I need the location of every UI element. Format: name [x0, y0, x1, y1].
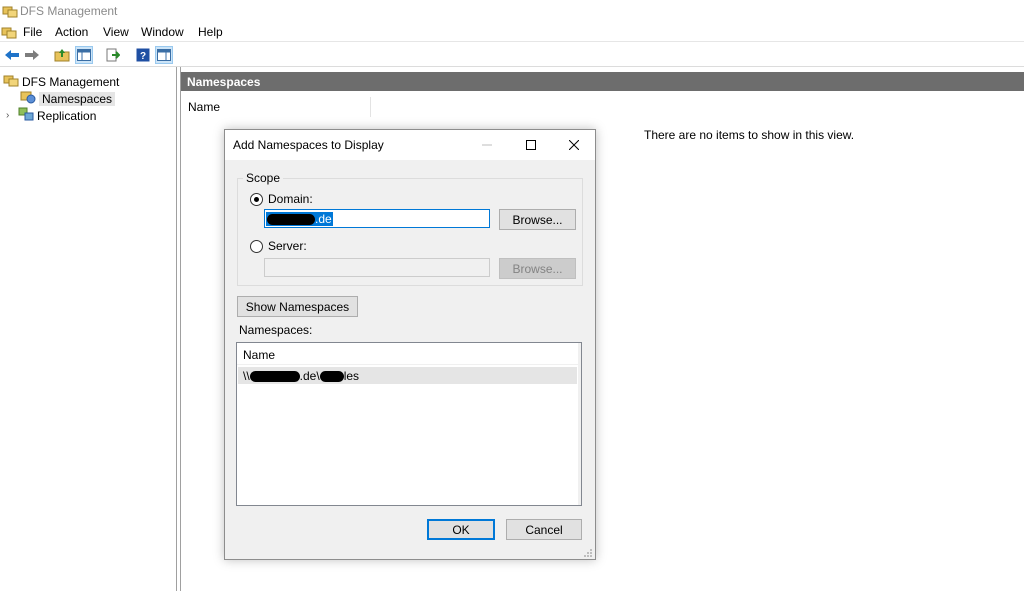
- svg-text:?: ?: [140, 51, 146, 62]
- cancel-button[interactable]: Cancel: [506, 519, 582, 540]
- list-item[interactable]: \\ .de\ les: [238, 367, 577, 384]
- window-title: DFS Management: [20, 4, 118, 18]
- help-icon[interactable]: ?: [134, 46, 152, 64]
- server-radio-button[interactable]: [250, 239, 263, 253]
- domain-input-value: .de: [266, 212, 333, 226]
- replication-icon: [18, 107, 34, 124]
- menu-window[interactable]: Window: [141, 25, 184, 39]
- dialog-title-bar: Add Namespaces to Display: [225, 130, 595, 160]
- ok-button[interactable]: OK: [427, 519, 495, 540]
- menu-file[interactable]: File: [23, 25, 42, 39]
- forward-icon[interactable]: [23, 46, 41, 64]
- tree-item-label: Namespaces: [39, 91, 116, 106]
- namespaces-list: Name \\ .de\ les: [236, 342, 582, 506]
- add-namespaces-dialog: Add Namespaces to Display Scope Domain: …: [224, 129, 596, 560]
- title-bar: DFS Management: [0, 0, 1024, 22]
- menu-bar: File Action View Window Help: [0, 22, 1024, 42]
- minimize-icon: [465, 130, 509, 160]
- server-radio[interactable]: Server:: [250, 239, 307, 253]
- dfs-app-icon: [2, 4, 18, 18]
- export-list-icon[interactable]: [104, 46, 122, 64]
- domain-radio[interactable]: Domain:: [250, 192, 313, 206]
- domain-radio-button[interactable]: [250, 192, 263, 206]
- empty-view-message: There are no items to show in this view.: [644, 128, 855, 142]
- server-input: [264, 258, 490, 277]
- scope-label: Scope: [243, 171, 284, 185]
- redaction-mark: [249, 371, 300, 383]
- navigation-tree: DFS Management Namespaces › Replication: [0, 71, 176, 591]
- resize-grip-icon[interactable]: [583, 547, 593, 557]
- properties-icon[interactable]: [155, 46, 173, 64]
- namespaces-label: Namespaces:: [239, 323, 313, 337]
- list-column-header-name[interactable]: Name: [237, 343, 581, 365]
- menu-help[interactable]: Help: [198, 25, 223, 39]
- menu-action[interactable]: Action: [55, 25, 88, 39]
- show-namespaces-button[interactable]: Show Namespaces: [237, 296, 358, 317]
- tree-item-label: Replication: [37, 108, 97, 123]
- expand-chevron-icon[interactable]: ›: [6, 110, 18, 121]
- toolbar: ?: [0, 43, 1024, 67]
- tree-item-dfs-management[interactable]: DFS Management: [3, 73, 119, 90]
- pane-splitter[interactable]: [176, 67, 181, 591]
- tree-item-label: DFS Management: [22, 74, 120, 89]
- panel-header: Namespaces: [181, 72, 1024, 91]
- menu-view[interactable]: View: [103, 25, 129, 39]
- tree-item-replication[interactable]: › Replication: [6, 107, 96, 124]
- redaction-mark: [319, 371, 344, 383]
- dfs-root-icon: [3, 73, 19, 90]
- column-header-name[interactable]: Name: [181, 97, 371, 117]
- domain-radio-label: Domain:: [268, 192, 313, 206]
- dfs-menu-icon[interactable]: [1, 25, 17, 39]
- domain-browse-button[interactable]: Browse...: [499, 209, 576, 230]
- tree-item-namespaces[interactable]: Namespaces: [20, 90, 116, 107]
- show-tree-icon[interactable]: [75, 46, 93, 64]
- server-browse-button: Browse...: [499, 258, 576, 279]
- list-scrollbar[interactable]: [578, 343, 581, 505]
- redaction-mark: [267, 214, 315, 226]
- maximize-icon[interactable]: [509, 130, 553, 160]
- back-icon[interactable]: [3, 46, 21, 64]
- dialog-title: Add Namespaces to Display: [233, 138, 384, 152]
- up-folder-icon[interactable]: [53, 46, 71, 64]
- domain-input[interactable]: .de: [264, 209, 490, 228]
- close-icon[interactable]: [552, 130, 596, 160]
- namespaces-icon: [20, 90, 36, 107]
- server-radio-label: Server:: [268, 239, 307, 253]
